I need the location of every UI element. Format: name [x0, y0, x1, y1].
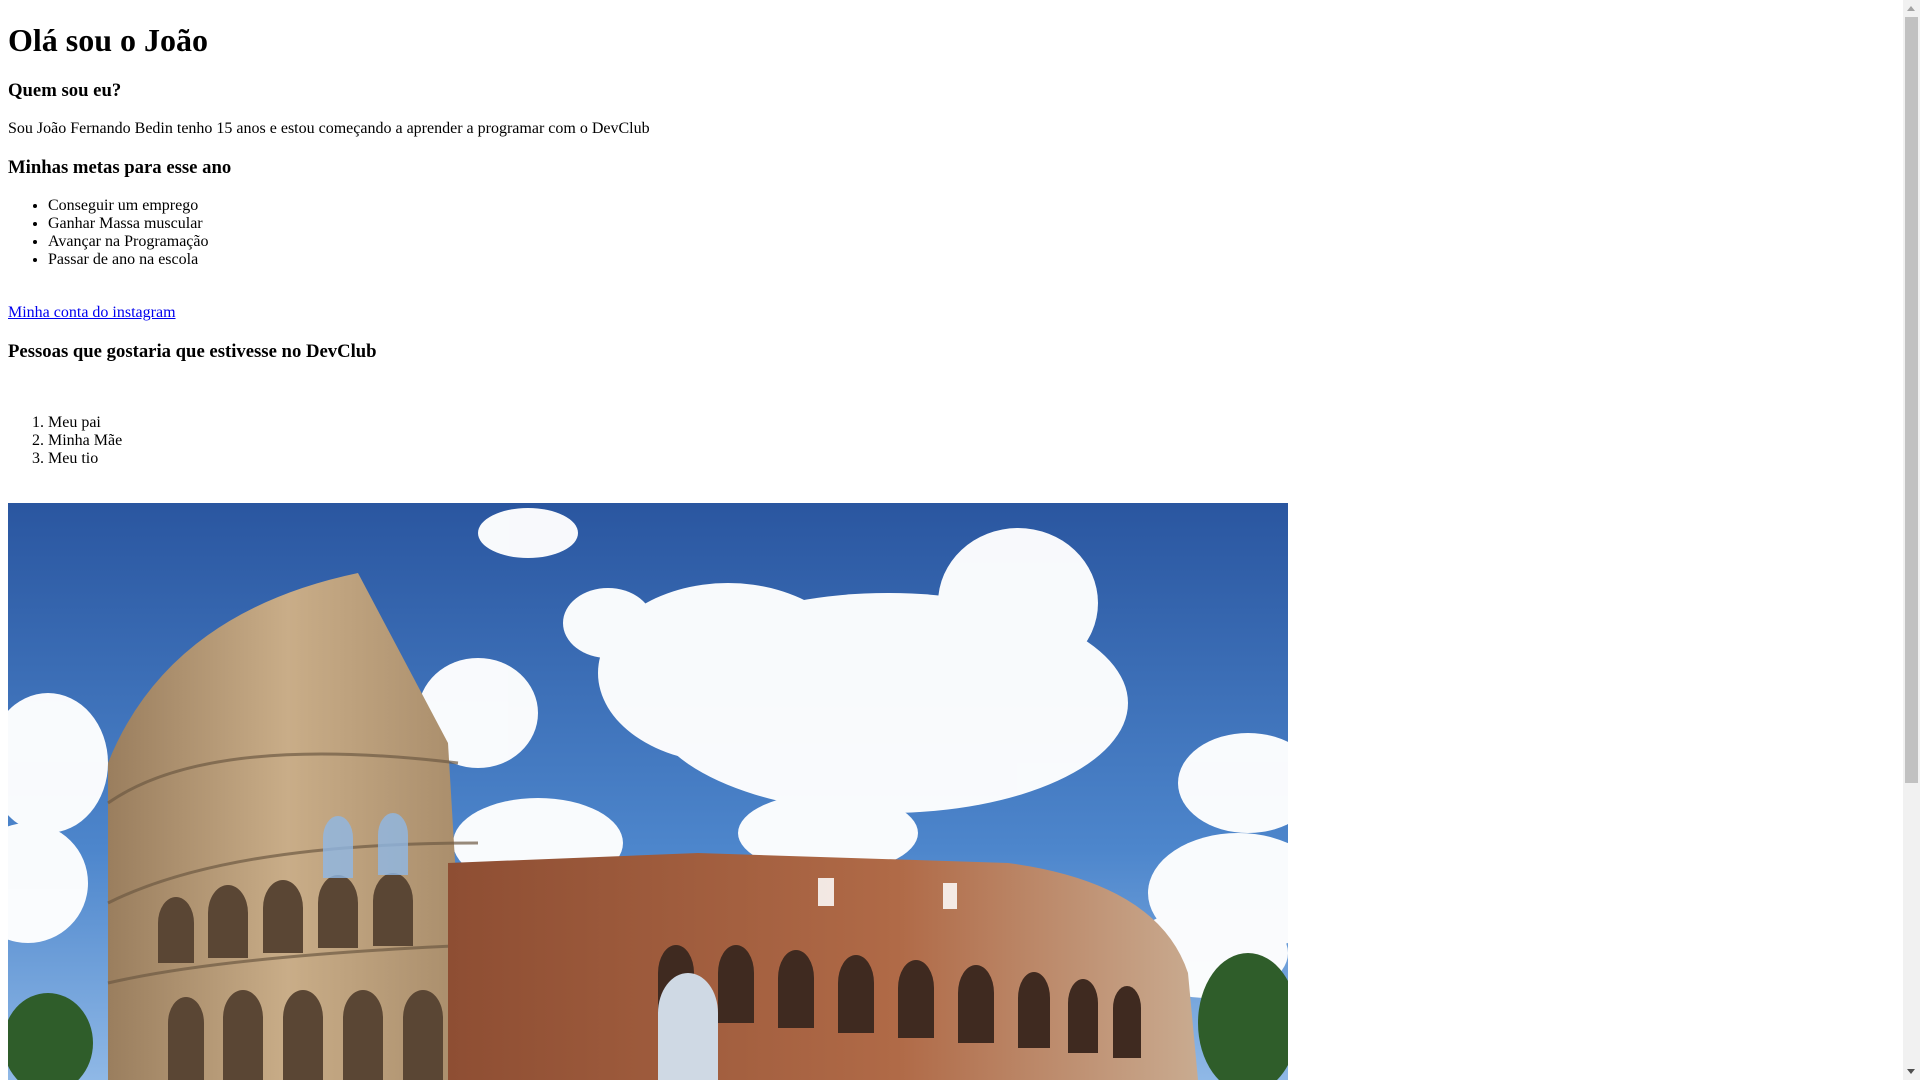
- list-item: Ganhar Massa muscular: [48, 215, 209, 233]
- list-item: Minha Mãe: [48, 432, 122, 450]
- scroll-down-icon[interactable]: [1907, 1069, 1915, 1074]
- goals-heading: Minhas metas para esse ano: [8, 157, 232, 178]
- list-item: Meu tio: [48, 450, 122, 468]
- instagram-link[interactable]: Minha conta do instagram: [8, 304, 176, 322]
- list-item: Conseguir um emprego: [48, 197, 209, 215]
- scroll-up-icon[interactable]: [1907, 6, 1915, 11]
- vertical-scrollbar[interactable]: [1903, 0, 1920, 1080]
- page-title: Olá sou o João: [8, 22, 209, 58]
- scroll-thumb[interactable]: [1905, 17, 1918, 783]
- page: Olá sou o João Quem sou eu? Sou João Fer…: [0, 0, 1902, 1080]
- list-item: Avançar na Programação: [48, 233, 209, 251]
- list-item: Passar de ano na escola: [48, 251, 209, 269]
- list-item: Meu pai: [48, 414, 122, 432]
- colosseum-image: [8, 503, 1288, 1080]
- goals-list: Conseguir um emprego Ganhar Massa muscul…: [8, 197, 209, 269]
- colosseum-illustration: [8, 503, 1288, 1080]
- about-text: Sou João Fernando Bedin tenho 15 anos e …: [8, 120, 650, 137]
- people-list: Meu pai Minha Mãe Meu tio: [8, 414, 122, 468]
- people-heading: Pessoas que gostaria que estivesse no De…: [8, 341, 377, 362]
- about-heading: Quem sou eu?: [8, 80, 122, 101]
